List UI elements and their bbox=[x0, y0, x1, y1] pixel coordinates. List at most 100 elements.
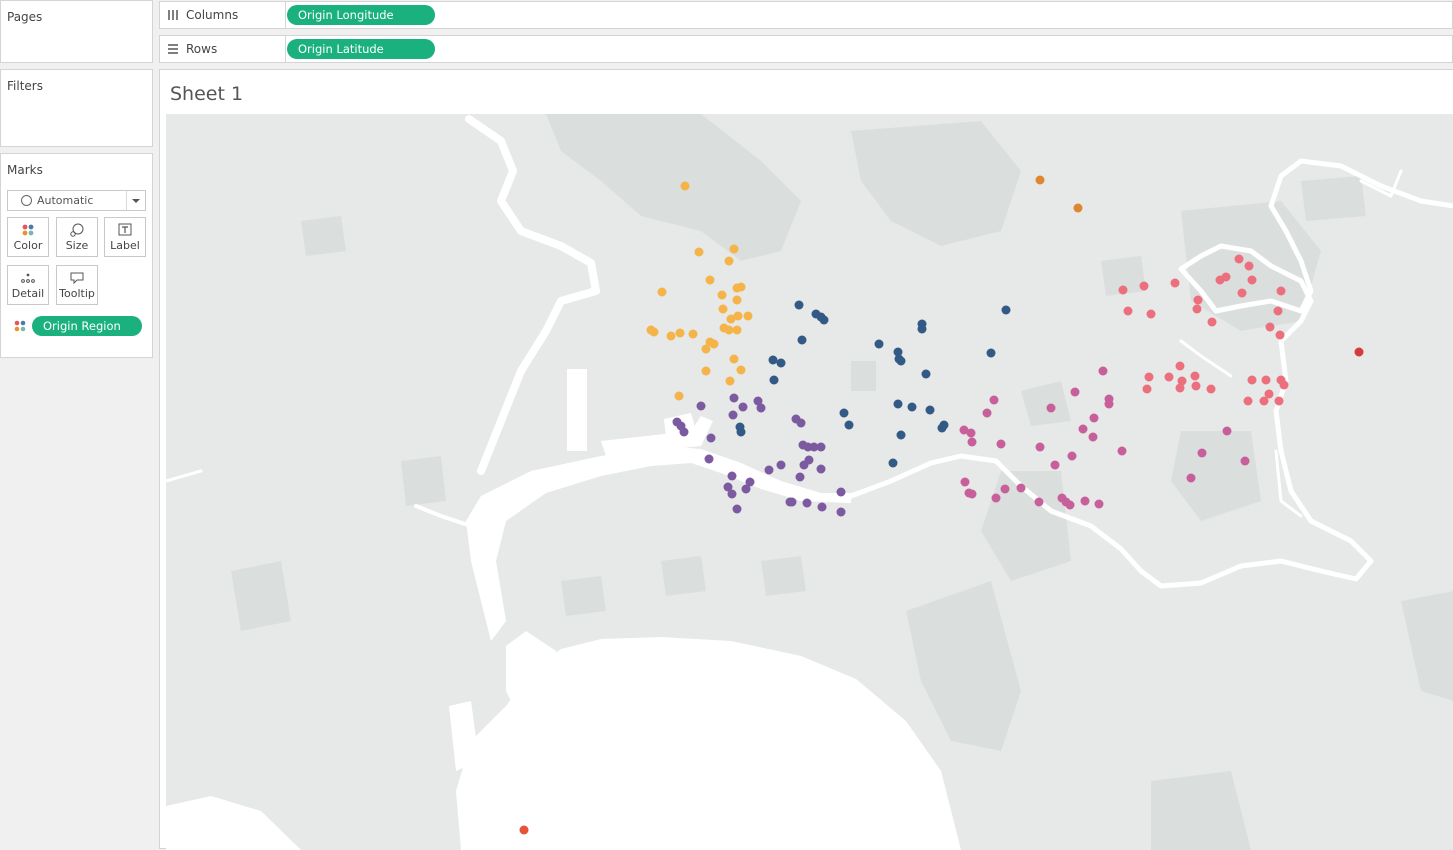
map-point-magenta[interactable] bbox=[1046, 403, 1056, 413]
map-point-magenta[interactable] bbox=[1104, 399, 1114, 409]
map-point-navy[interactable] bbox=[888, 458, 898, 468]
map-point-pink[interactable] bbox=[1279, 380, 1289, 390]
map-point-pink[interactable] bbox=[1247, 375, 1257, 385]
map-point-yellow[interactable] bbox=[649, 327, 659, 337]
map-point-purple[interactable] bbox=[706, 433, 716, 443]
map-point-yellow[interactable] bbox=[736, 282, 746, 292]
map-point-purple[interactable] bbox=[796, 418, 806, 428]
map-point-purple[interactable] bbox=[764, 465, 774, 475]
map-point-navy[interactable] bbox=[896, 356, 906, 366]
map-point-yellow[interactable] bbox=[732, 295, 742, 305]
map-point-magenta[interactable] bbox=[967, 489, 977, 499]
map-point-magenta[interactable] bbox=[1089, 413, 1099, 423]
map-point-pink[interactable] bbox=[1142, 384, 1152, 394]
map-point-navy[interactable] bbox=[794, 300, 804, 310]
map-point-magenta[interactable] bbox=[960, 477, 970, 487]
map-point-navy[interactable] bbox=[937, 423, 947, 433]
map-point-pink[interactable] bbox=[1144, 372, 1154, 382]
map-point-magenta[interactable] bbox=[1050, 460, 1060, 470]
map-point-magenta[interactable] bbox=[1000, 484, 1010, 494]
map-point-pink[interactable] bbox=[1247, 275, 1257, 285]
map-point-magenta[interactable] bbox=[1222, 426, 1232, 436]
map-point-navy[interactable] bbox=[925, 405, 935, 415]
map-point-purple[interactable] bbox=[732, 504, 742, 514]
map-point-purple[interactable] bbox=[817, 502, 827, 512]
map-point-purple[interactable] bbox=[787, 497, 797, 507]
map-point-navy[interactable] bbox=[735, 422, 745, 432]
map-point-magenta[interactable] bbox=[1098, 366, 1108, 376]
map-point-pink[interactable] bbox=[1275, 330, 1285, 340]
map-point-pink[interactable] bbox=[1146, 309, 1156, 319]
map-point-yellow[interactable] bbox=[717, 290, 727, 300]
map-point-magenta[interactable] bbox=[991, 493, 1001, 503]
map-point-yellow[interactable] bbox=[729, 244, 739, 254]
map-point-magenta[interactable] bbox=[1016, 483, 1026, 493]
map-point-pink[interactable] bbox=[1274, 396, 1284, 406]
map-point-pink[interactable] bbox=[1118, 285, 1128, 295]
map-point-pink[interactable] bbox=[1193, 295, 1203, 305]
map-point-magenta[interactable] bbox=[1094, 499, 1104, 509]
map-point-magenta[interactable] bbox=[996, 439, 1006, 449]
map-point-magenta[interactable] bbox=[1034, 497, 1044, 507]
map-point-navy[interactable] bbox=[839, 408, 849, 418]
map-point-pink[interactable] bbox=[1164, 372, 1174, 382]
map-point-yellow[interactable] bbox=[701, 344, 711, 354]
color-button[interactable]: Color bbox=[7, 217, 49, 257]
map-point-navy[interactable] bbox=[896, 430, 906, 440]
map-point-magenta[interactable] bbox=[967, 437, 977, 447]
filters-card[interactable]: Filters bbox=[0, 69, 153, 147]
map-point-yellow[interactable] bbox=[724, 325, 734, 335]
map-point-magenta[interactable] bbox=[1035, 442, 1045, 452]
map-point-pink[interactable] bbox=[1192, 304, 1202, 314]
map-point-pink[interactable] bbox=[1175, 361, 1185, 371]
map-point-yellow[interactable] bbox=[726, 314, 736, 324]
map-point-navy[interactable] bbox=[819, 315, 829, 325]
map-point-yellow[interactable] bbox=[688, 329, 698, 339]
map-point-pink[interactable] bbox=[1243, 396, 1253, 406]
map-point-purple[interactable] bbox=[727, 489, 737, 499]
map-point-navy[interactable] bbox=[797, 335, 807, 345]
map-point-magenta[interactable] bbox=[989, 395, 999, 405]
map-point-pink[interactable] bbox=[1276, 286, 1286, 296]
map-point-pink[interactable] bbox=[1265, 322, 1275, 332]
map-point-purple[interactable] bbox=[727, 471, 737, 481]
map-point-yellow[interactable] bbox=[680, 181, 690, 191]
map-point-yellow[interactable] bbox=[705, 275, 715, 285]
mark-type-dropdown[interactable]: Automatic bbox=[7, 190, 146, 211]
map-point-pink[interactable] bbox=[1273, 306, 1283, 316]
map-point-yellow[interactable] bbox=[724, 256, 734, 266]
map-point-pink[interactable] bbox=[1123, 306, 1133, 316]
map-point-yellow[interactable] bbox=[732, 325, 742, 335]
map-point-yellow[interactable] bbox=[666, 331, 676, 341]
map-point-yellow[interactable] bbox=[743, 311, 753, 321]
map-point-pink[interactable] bbox=[1175, 383, 1185, 393]
map-point-purple[interactable] bbox=[799, 460, 809, 470]
map-point-purple[interactable] bbox=[795, 472, 805, 482]
map-point-magenta[interactable] bbox=[1186, 473, 1196, 483]
map-point-navy[interactable] bbox=[874, 339, 884, 349]
map-point-purple[interactable] bbox=[776, 460, 786, 470]
map-point-magenta[interactable] bbox=[1078, 424, 1088, 434]
rows-shelf[interactable]: Rows Origin Latitude bbox=[159, 35, 1453, 63]
map-point-pink[interactable] bbox=[1190, 371, 1200, 381]
map-point-yellow[interactable] bbox=[736, 365, 746, 375]
origin-longitude-pill[interactable]: Origin Longitude bbox=[287, 5, 435, 25]
map-point-purple[interactable] bbox=[836, 507, 846, 517]
map-point-pink[interactable] bbox=[1237, 288, 1247, 298]
map-point-navy[interactable] bbox=[921, 369, 931, 379]
tooltip-button[interactable]: Tooltip bbox=[56, 265, 98, 305]
map-point-magenta[interactable] bbox=[1117, 446, 1127, 456]
map-point-purple[interactable] bbox=[745, 477, 755, 487]
map-point-orange[interactable] bbox=[1035, 175, 1045, 185]
map-point-yellow[interactable] bbox=[709, 339, 719, 349]
map-point-yellow[interactable] bbox=[725, 376, 735, 386]
map-point-navy[interactable] bbox=[1001, 305, 1011, 315]
map-point-magenta[interactable] bbox=[982, 408, 992, 418]
map-view[interactable] bbox=[166, 114, 1453, 850]
map-point-pink[interactable] bbox=[1261, 375, 1271, 385]
map-point-yellow[interactable] bbox=[718, 304, 728, 314]
map-point-purple[interactable] bbox=[704, 454, 714, 464]
map-point-purple[interactable] bbox=[729, 393, 739, 403]
map-point-magenta[interactable] bbox=[1067, 451, 1077, 461]
map-point-pink[interactable] bbox=[1244, 261, 1254, 271]
